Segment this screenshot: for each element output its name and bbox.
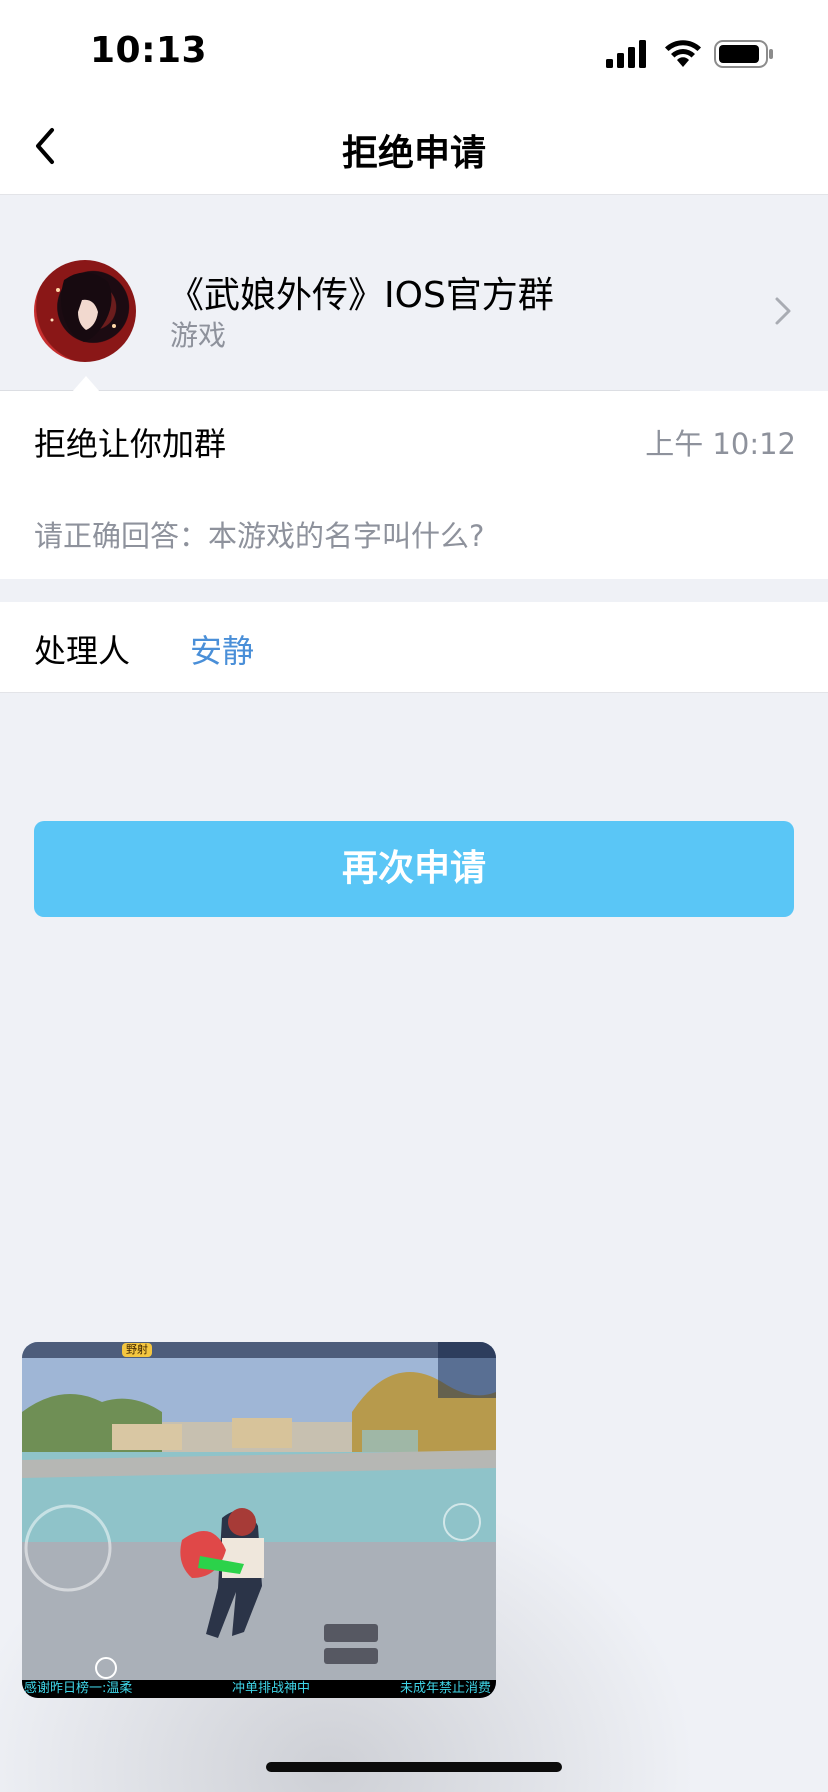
battery-icon (714, 40, 773, 68)
home-indicator[interactable] (266, 1762, 562, 1772)
ticker-left: 感谢昨日榜一:温柔 (24, 1681, 133, 1696)
page-title: 拒绝申请 (341, 133, 486, 174)
stream-ticker: 感谢昨日榜一:温柔 冲单排战神中 未成年禁止消费 (22, 1680, 496, 1698)
status-time: 10:13 (90, 30, 208, 71)
floating-video-window[interactable]: 野射 感谢昨日榜一:温柔 冲单排战神中 未成年禁止消费 (22, 1342, 496, 1698)
group-category: 游戏 (170, 319, 227, 352)
rejection-status: 拒绝让你加群 (34, 425, 227, 463)
group-name: 《武娘外传》IOS官方群 (168, 275, 554, 316)
group-card[interactable]: 《武娘外传》IOS官方群 游戏 (0, 238, 828, 390)
signal-icon (606, 40, 646, 68)
handler-name-link[interactable]: 安静 (190, 626, 254, 672)
game-badge: 野射 (122, 1343, 152, 1357)
rejection-message-panel: 拒绝让你加群 上午 10:12 请正确回答：本游戏的名字叫什么? (0, 391, 828, 579)
rejection-time: 上午 10:12 (645, 427, 796, 461)
verification-question: 请正确回答：本游戏的名字叫什么? (34, 519, 485, 553)
nav-bar: 拒绝申请 (0, 100, 828, 195)
game-video-frame (22, 1342, 496, 1682)
ticker-right: 未成年禁止消费 (400, 1681, 492, 1696)
bubble-pointer (72, 376, 100, 392)
group-avatar (34, 260, 136, 362)
handler-row: 处理人 安静 (0, 602, 828, 693)
wifi-icon (665, 40, 701, 67)
game-hud: 野射 (22, 1342, 496, 1358)
handler-label: 处理人 (34, 632, 131, 670)
chevron-right-icon (775, 297, 791, 325)
reapply-button[interactable]: 再次申请 (34, 821, 794, 917)
ticker-center: 冲单排战神中 (232, 1681, 311, 1696)
status-bar: 10:13 (0, 0, 828, 100)
avatar-art (50, 272, 116, 342)
